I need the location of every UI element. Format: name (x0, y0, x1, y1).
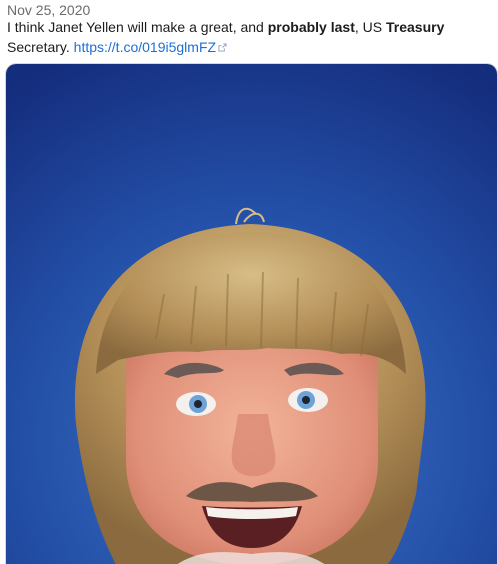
tweet-link[interactable]: https://t.co/019i5glmFZ (74, 39, 216, 55)
tweet-text-bold-1: probably last (267, 19, 355, 35)
nose (231, 414, 276, 477)
tweet-text-part-3: Secretary. (7, 39, 74, 55)
tweet-text-bold-2: Treasury (385, 19, 445, 35)
external-link-icon (218, 43, 227, 52)
tweet-text-part-1: I think Janet Yellen will make a great, … (7, 19, 268, 35)
tweet-text: I think Janet Yellen will make a great, … (7, 17, 493, 57)
tweet-text-part-2: , US (354, 19, 386, 35)
photo-illustration (6, 64, 497, 564)
tweet-photo[interactable] (5, 63, 498, 564)
